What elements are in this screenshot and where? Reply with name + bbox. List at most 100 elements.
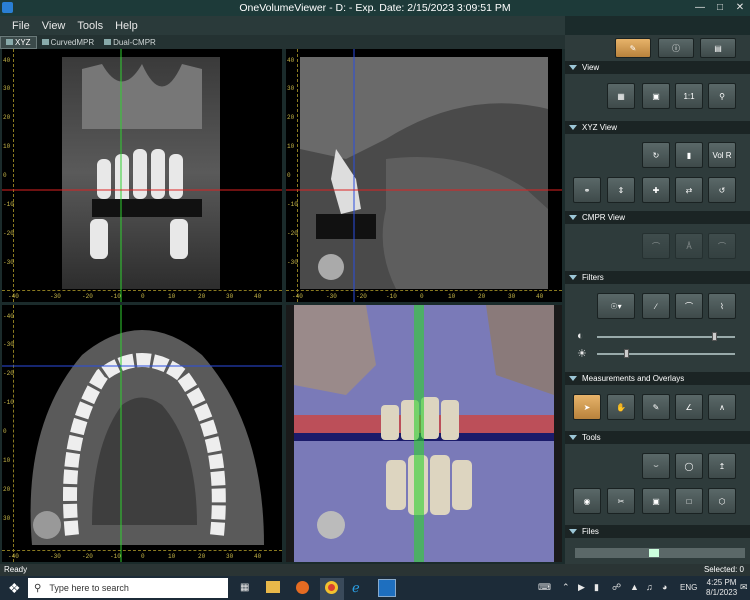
section-tools[interactable]: Tools	[565, 431, 750, 444]
brightness-slider-thumb[interactable]	[624, 349, 629, 358]
section-xyz-view[interactable]: XYZ View	[565, 121, 750, 134]
collapse-icon	[569, 376, 577, 381]
axial-viewport[interactable]: -40 -30 -20 -10 0 10 20 30 -40 -30 -20 -…	[2, 305, 282, 562]
window-title: OneVolumeViewer - D: - Exp. Date: 2/15/2…	[239, 2, 511, 14]
reset-button[interactable]: ↺	[708, 177, 736, 203]
layout-icon: ▦	[617, 91, 625, 101]
contrast-slider-thumb[interactable]	[712, 332, 717, 341]
hand-icon: ✋	[616, 402, 626, 412]
close-button[interactable]: ✕	[730, 0, 750, 16]
edge-icon[interactable]: ℯ	[352, 580, 360, 596]
coronal-viewport[interactable]: 40 30 20 10 0 -10 -20 -30 -40 -30 -20 -1…	[2, 49, 282, 302]
task-view-icon[interactable]: ▦	[240, 582, 249, 593]
network-icon[interactable]: ▲	[630, 582, 639, 592]
chevron-up-icon[interactable]: ⌃	[562, 582, 570, 593]
sagittal-viewport[interactable]: 40 30 20 10 0 -10 -20 -30 -40 -30 -20 -1…	[286, 49, 562, 302]
update-icon[interactable]: ◕	[662, 582, 667, 592]
onevolumeviewer-taskbar-icon[interactable]	[378, 579, 396, 597]
info-icon: ⓘ	[672, 43, 680, 53]
status-bar: Ready Selected: 0	[0, 564, 750, 576]
minimize-button[interactable]: —	[690, 0, 710, 16]
bluetooth-icon[interactable]: ▶	[578, 582, 585, 593]
zoom-button[interactable]: ⚲	[708, 83, 736, 109]
files-scrollbar[interactable]	[575, 548, 745, 558]
menu-view[interactable]: View	[42, 20, 66, 32]
reslice-button[interactable]: ⇄	[675, 177, 703, 203]
angle-tool-button[interactable]: ∠	[675, 394, 703, 420]
fit-button[interactable]: ▣	[642, 83, 670, 109]
section-files[interactable]: Files	[565, 525, 750, 538]
box-tool-button[interactable]: ▣	[642, 488, 670, 514]
collapse-icon	[569, 215, 577, 220]
file-explorer-icon[interactable]	[266, 581, 280, 593]
layout-button[interactable]: ▦	[607, 83, 635, 109]
ruler-tool-button[interactable]: ✎	[642, 394, 670, 420]
cross-button[interactable]: ✚	[642, 177, 670, 203]
curve-log-button[interactable]: ⌒	[675, 293, 703, 319]
clock[interactable]: 4:25 PM 8/1/2023	[706, 578, 737, 598]
status-text: Ready	[4, 565, 28, 574]
ruler-icon: ✎	[652, 402, 660, 412]
usb-icon[interactable]: ☍	[612, 582, 621, 593]
notifications-icon[interactable]: ✉	[740, 582, 748, 593]
tab-xyz[interactable]: XYZ	[0, 35, 37, 49]
tab-dual-cmpr[interactable]: Dual-CMPR	[99, 36, 161, 49]
split-icon: Å	[686, 241, 692, 251]
link-button[interactable]: ⚭	[573, 177, 601, 203]
cut-tool-button[interactable]: ✂	[607, 488, 635, 514]
section-filters[interactable]: Filters	[565, 271, 750, 284]
info-button[interactable]: ⓘ	[658, 38, 694, 58]
curve-linear-button[interactable]: ∕	[642, 293, 670, 319]
chrome-icon[interactable]	[325, 581, 338, 594]
compass-tool-button[interactable]: ∧	[708, 394, 736, 420]
slice-thickness-button[interactable]: ⇕	[607, 177, 635, 203]
section-cmpr-view[interactable]: CMPR View	[565, 211, 750, 224]
battery-icon[interactable]: ▮	[594, 582, 599, 593]
cmpr-curve-button[interactable]: ⌒	[642, 233, 670, 259]
cylinder-tool-button[interactable]: ◯	[675, 453, 703, 479]
language-indicator[interactable]: ENG	[680, 583, 697, 592]
crosshair-icon: ✚	[652, 185, 660, 195]
section-measurements[interactable]: Measurements and Overlays	[565, 372, 750, 385]
menu-help[interactable]: Help	[115, 20, 138, 32]
pan-tool-button[interactable]: ✋	[607, 394, 635, 420]
firefox-icon[interactable]	[296, 581, 309, 594]
volume-icon[interactable]: ♫	[646, 582, 653, 592]
taskbar-search-box[interactable]: ⚲ Type here to search	[28, 578, 228, 598]
filter-preset-dropdown[interactable]: ☉▾	[597, 293, 635, 319]
brightness-slider[interactable]	[597, 353, 735, 355]
cmpr-arc-button[interactable]: ⌒	[708, 233, 736, 259]
3d-render-viewport[interactable]	[286, 305, 562, 562]
volume-render-button[interactable]: Vol R	[708, 142, 736, 168]
arch-tool-button[interactable]: ⌣	[642, 453, 670, 479]
curve-linear-icon: ∕	[655, 301, 657, 311]
arrows-vertical-icon: ⇕	[617, 185, 625, 195]
curve-step-button[interactable]: ⌇	[708, 293, 736, 319]
maximize-button[interactable]: □	[710, 0, 730, 16]
grid-icon	[6, 39, 13, 45]
crop-tool-button[interactable]: □	[675, 488, 703, 514]
keyboard-icon[interactable]: ⌨	[538, 582, 551, 593]
rotate-button[interactable]: ↻	[642, 142, 670, 168]
cmpr-split-button[interactable]: Å	[675, 233, 703, 259]
one-to-one-button[interactable]: 1:1	[675, 83, 703, 109]
coronal-scan-image	[2, 49, 282, 302]
selected-count: Selected: 0	[703, 565, 744, 574]
axial-scan-image	[2, 305, 282, 562]
properties-button[interactable]: ✎	[615, 38, 651, 58]
collapse-icon	[569, 275, 577, 280]
canal-tool-button[interactable]: ↥	[708, 453, 736, 479]
windows-start-icon[interactable]: ❖	[8, 580, 21, 597]
collapse-icon	[569, 435, 577, 440]
select-tool-button[interactable]: ➤	[573, 394, 601, 420]
film-button[interactable]: ▮	[675, 142, 703, 168]
layers-button[interactable]: ▤	[700, 38, 736, 58]
menu-file[interactable]: File	[12, 20, 30, 32]
section-view[interactable]: View	[565, 61, 750, 74]
implant-tool-button[interactable]: ◉	[573, 488, 601, 514]
scrollbar-thumb[interactable]	[649, 549, 659, 557]
cut-icon: ✂	[617, 496, 625, 506]
menu-tools[interactable]: Tools	[77, 20, 103, 32]
tab-curvedmpr[interactable]: CurvedMPR	[37, 36, 100, 49]
hex-tool-button[interactable]: ⬡	[708, 488, 736, 514]
